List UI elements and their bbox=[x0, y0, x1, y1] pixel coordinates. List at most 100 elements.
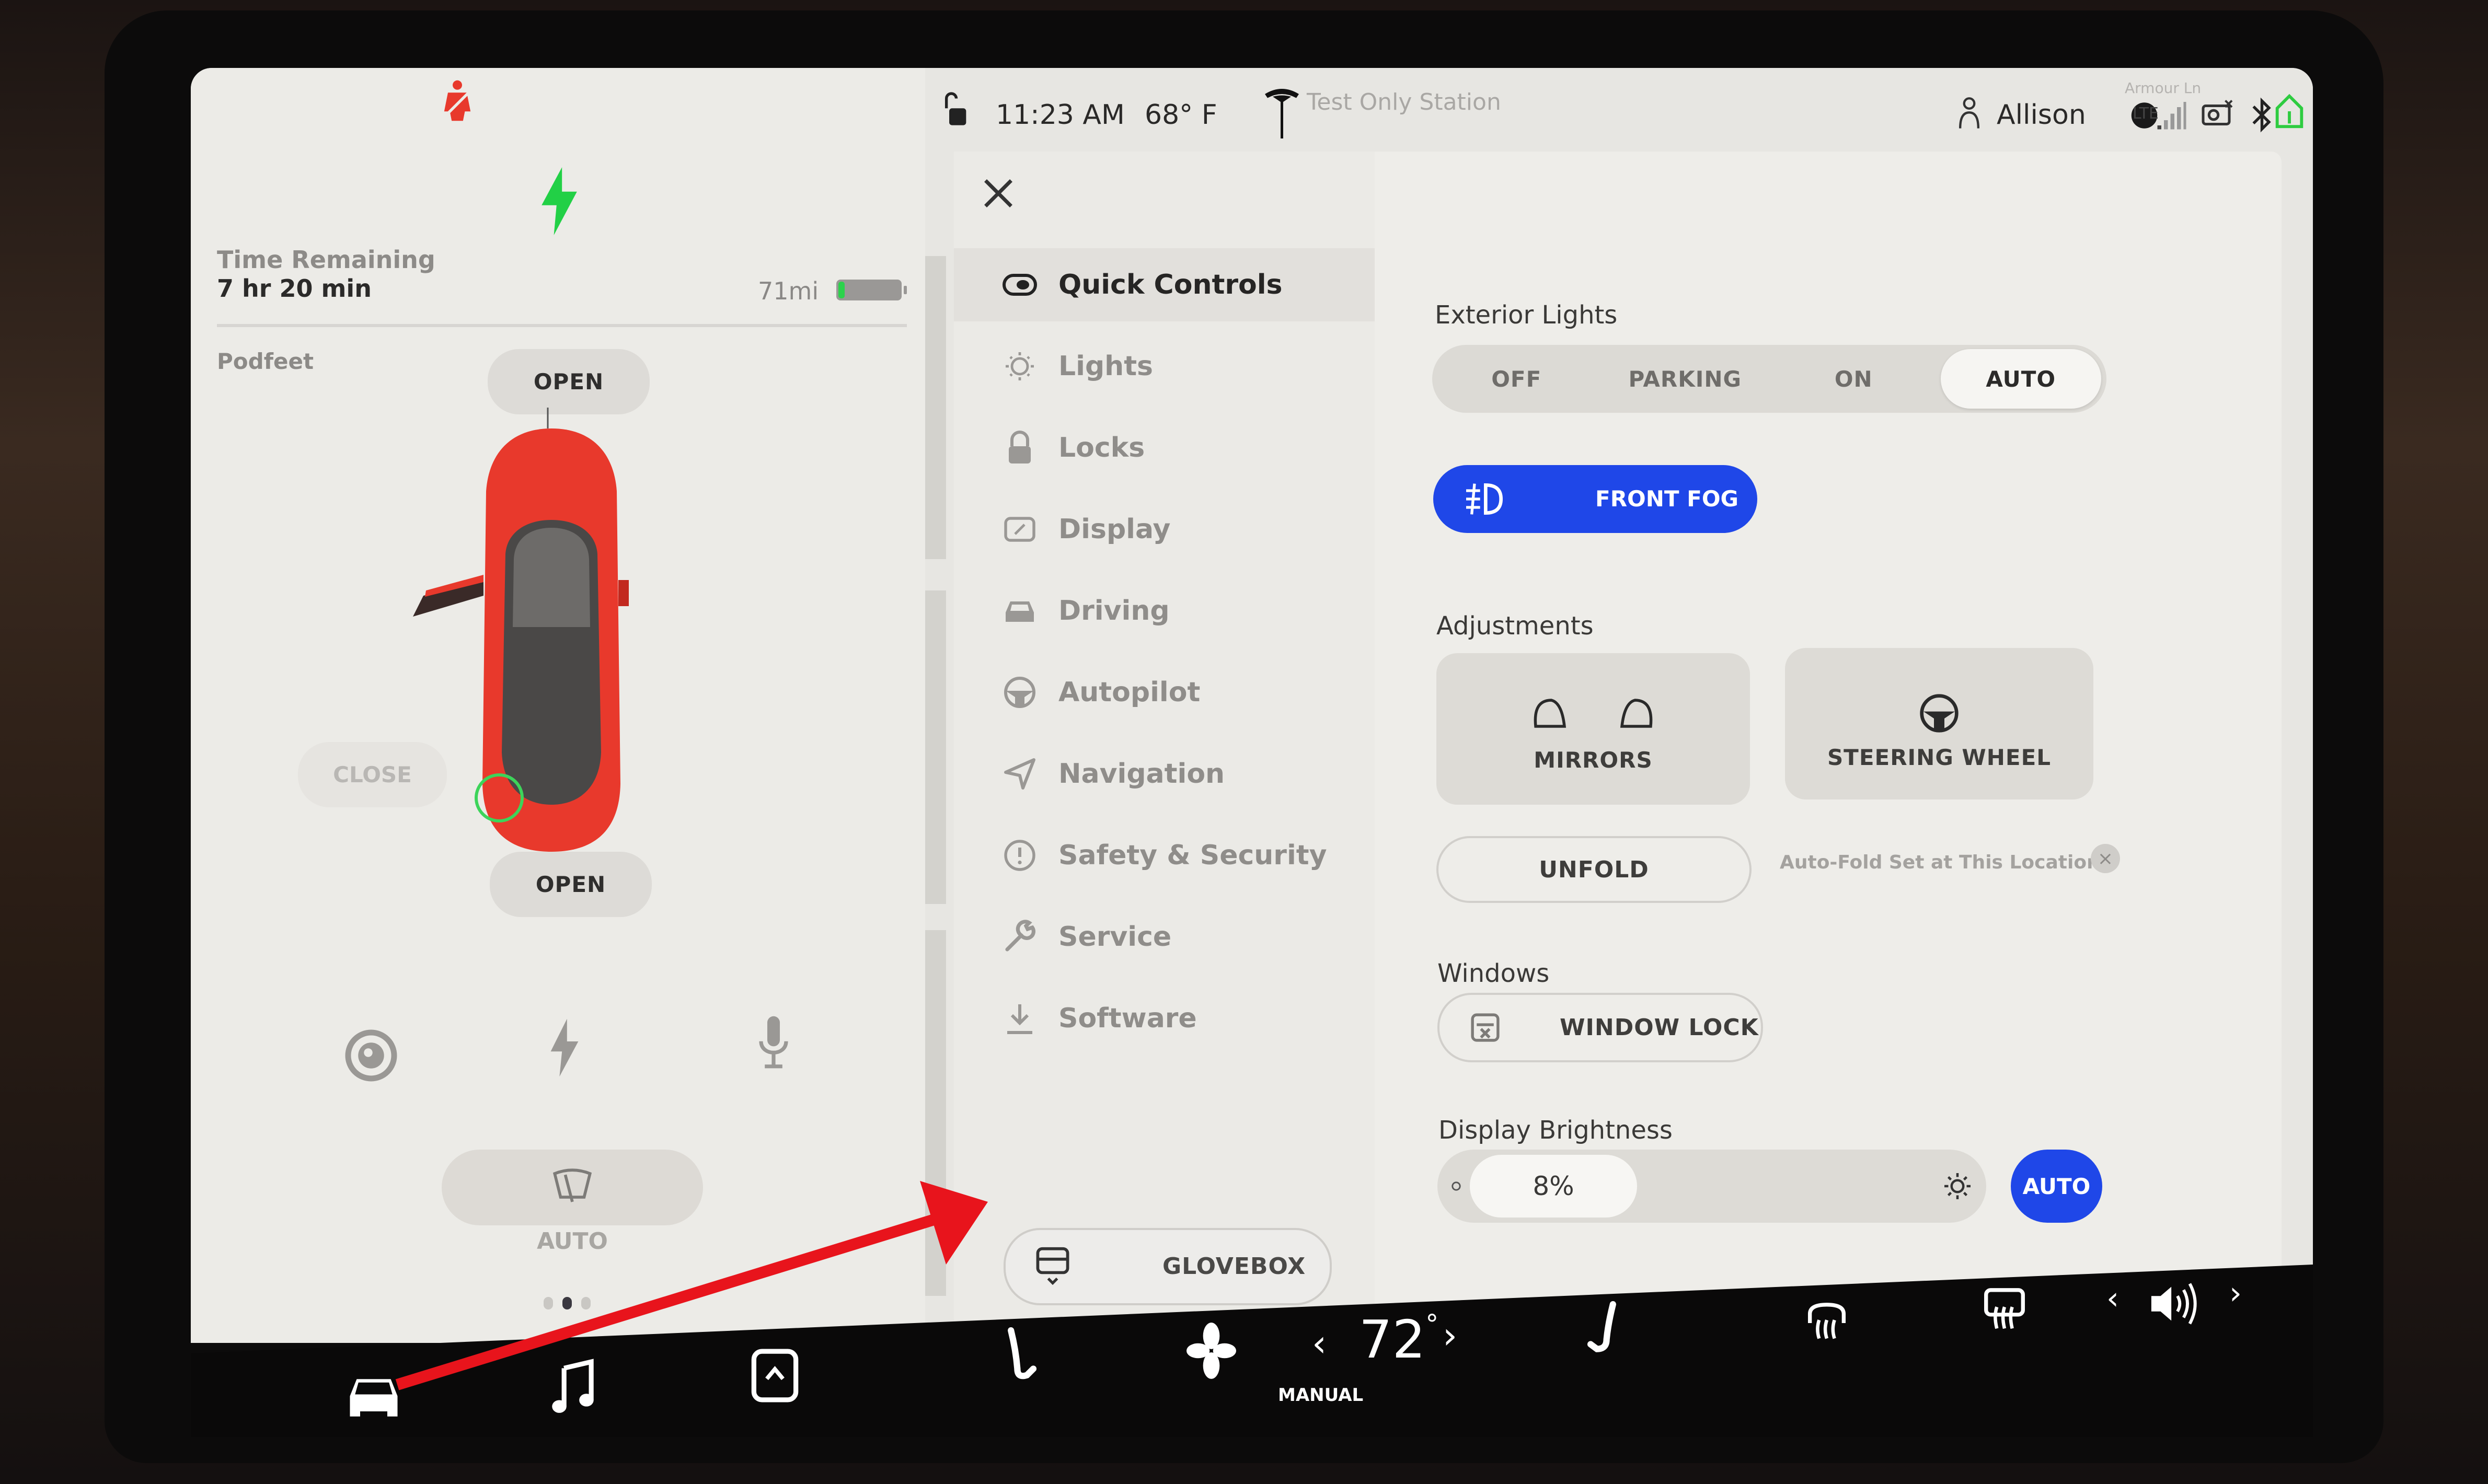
glovebox-button[interactable]: GLOVEBOX bbox=[1004, 1228, 1332, 1305]
temp-down-button[interactable]: ‹ bbox=[1312, 1322, 1327, 1365]
brightness-high-icon bbox=[1944, 1173, 1971, 1199]
volume-up-button[interactable]: › bbox=[2229, 1275, 2242, 1312]
sidebar-item-safety-security[interactable]: Safety & Security bbox=[954, 819, 1375, 892]
climate-mode-label: MANUAL bbox=[1278, 1385, 1364, 1406]
window-lock-label: WINDOW LOCK bbox=[1560, 1014, 1759, 1041]
time-remaining-label: Time Remaining bbox=[217, 246, 435, 274]
sidebar-item-label: Driving bbox=[1058, 595, 1170, 627]
page-dot[interactable] bbox=[544, 1297, 553, 1309]
steering-wheel-button[interactable]: STEERING WHEEL bbox=[1785, 648, 2093, 799]
driver-seat-heater-icon[interactable] bbox=[1001, 1327, 1040, 1385]
app-launcher-icon[interactable] bbox=[750, 1348, 800, 1403]
sidebar-item-display[interactable]: Display bbox=[954, 493, 1375, 566]
wiper-mode-label: AUTO bbox=[537, 1228, 608, 1255]
fan-icon[interactable] bbox=[1187, 1322, 1236, 1379]
sidebar-item-label: Autopilot bbox=[1058, 677, 1201, 708]
display-icon bbox=[1004, 517, 1035, 542]
status-bar: 11:23 AM 68° F Test Only Station Armour … bbox=[925, 68, 2313, 152]
display-brightness-title: Display Brightness bbox=[1438, 1116, 1673, 1145]
page-indicator[interactable] bbox=[544, 1297, 591, 1309]
temp-up-button[interactable]: › bbox=[1443, 1314, 1457, 1357]
sidebar-item-locks[interactable]: Locks bbox=[954, 411, 1375, 484]
cabin-temperature[interactable]: 72° bbox=[1359, 1309, 1438, 1370]
bluetooth-icon[interactable] bbox=[2250, 97, 2274, 133]
sidebar-item-navigation[interactable]: Navigation bbox=[954, 737, 1375, 810]
battery-icon bbox=[836, 280, 907, 300]
sidebar-item-service[interactable]: Service bbox=[954, 900, 1375, 973]
controls-sidebar: Quick Controls Lights Locks Display Driving A… bbox=[954, 152, 1375, 1343]
car-top-view-image[interactable] bbox=[395, 408, 750, 867]
outside-temperature: 68° F bbox=[1145, 99, 1217, 131]
sidebar-item-quick-controls[interactable]: Quick Controls bbox=[954, 248, 1375, 321]
brightness-slider[interactable]: 8% bbox=[1437, 1150, 1986, 1223]
car-name: Podfeet bbox=[217, 349, 314, 374]
map-poi-label[interactable]: Test Only Station bbox=[1307, 89, 1501, 115]
page-dot[interactable] bbox=[581, 1297, 591, 1309]
exterior-lights-selector: OFF PARKING ON AUTO bbox=[1432, 345, 2106, 413]
camera-off-icon[interactable] bbox=[2201, 99, 2234, 128]
volume-icon[interactable] bbox=[2148, 1280, 2201, 1327]
exterior-lights-title: Exterior Lights bbox=[1435, 300, 1618, 330]
fog-light-icon bbox=[1466, 483, 1503, 515]
mirrors-button[interactable]: MIRRORS bbox=[1436, 653, 1750, 805]
rear-defrost-icon[interactable] bbox=[1981, 1285, 2028, 1338]
volume-down-button[interactable]: ‹ bbox=[2106, 1280, 2119, 1317]
car-icon[interactable] bbox=[340, 1372, 408, 1424]
sidebar-item-software[interactable]: Software bbox=[954, 982, 1375, 1055]
quick-controls-panel: Exterior Lights OFF PARKING ON AUTO FRONT F… bbox=[1375, 152, 2282, 1343]
front-defrost-icon[interactable] bbox=[1803, 1298, 1850, 1351]
person-icon bbox=[1959, 97, 1979, 129]
clock: 11:23 AM bbox=[996, 99, 1125, 131]
lock-icon bbox=[1009, 431, 1031, 463]
navigation-arrow-icon bbox=[1004, 758, 1035, 790]
mirrors-icon bbox=[1534, 699, 1653, 728]
map-street-label: Armour Ln bbox=[2125, 79, 2202, 97]
divider bbox=[217, 324, 907, 327]
close-charge-port-button[interactable]: CLOSE bbox=[298, 742, 447, 807]
time-remaining-value: 7 hr 20 min bbox=[217, 274, 372, 303]
window-lock-button[interactable]: WINDOW LOCK bbox=[1437, 993, 1763, 1062]
lte-label: LTE bbox=[2133, 105, 2159, 123]
user-profile-name[interactable]: Allison bbox=[1997, 99, 2086, 131]
lte-signal-icon bbox=[2157, 102, 2186, 130]
brightness-low-icon bbox=[1452, 1181, 1461, 1191]
sidebar-item-driving[interactable]: Driving bbox=[954, 574, 1375, 647]
exterior-lights-off[interactable]: OFF bbox=[1432, 345, 1601, 413]
close-icon[interactable] bbox=[980, 175, 1017, 212]
dashcam-icon[interactable] bbox=[342, 1024, 400, 1087]
autofold-note: Auto-Fold Set at This Location bbox=[1780, 852, 2100, 873]
passenger-seat-heater-icon[interactable] bbox=[1584, 1301, 1623, 1359]
sidebar-item-label: Software bbox=[1058, 1003, 1197, 1034]
microphone-icon[interactable] bbox=[745, 1014, 802, 1076]
window-lock-icon bbox=[1471, 1013, 1500, 1042]
sidebar-item-label: Safety & Security bbox=[1058, 840, 1327, 871]
dismiss-autofold-button[interactable]: × bbox=[2091, 844, 2120, 873]
brightness-slider-thumb[interactable]: 8% bbox=[1470, 1155, 1637, 1218]
brightness-auto-button[interactable]: AUTO bbox=[2011, 1150, 2102, 1223]
exterior-lights-on[interactable]: ON bbox=[1769, 345, 1938, 413]
music-icon[interactable] bbox=[549, 1359, 598, 1416]
sidebar-item-lights[interactable]: Lights bbox=[954, 330, 1375, 403]
exterior-lights-parking[interactable]: PARKING bbox=[1601, 345, 1770, 413]
temperature-value: 72 bbox=[1359, 1309, 1426, 1370]
unfold-mirrors-button[interactable]: UNFOLD bbox=[1436, 836, 1752, 903]
exterior-lights-auto[interactable]: AUTO bbox=[1940, 349, 2101, 409]
sidebar-item-label: Locks bbox=[1058, 432, 1145, 463]
car-status-panel: Time Remaining 7 hr 20 min 71mi Podfeet … bbox=[191, 68, 925, 1343]
wiper-button[interactable] bbox=[442, 1150, 703, 1225]
sidebar-item-label: Quick Controls bbox=[1058, 269, 1283, 300]
seatbelt-warning-icon bbox=[443, 80, 472, 121]
glovebox-icon bbox=[1036, 1247, 1069, 1285]
alert-circle-icon bbox=[1004, 840, 1035, 871]
front-fog-button[interactable]: FRONT FOG bbox=[1433, 465, 1757, 533]
page-dot-active[interactable] bbox=[562, 1297, 572, 1309]
degree-symbol: ° bbox=[1425, 1309, 1439, 1339]
controls-modal: Quick Controls Lights Locks Display Driving A… bbox=[954, 152, 2282, 1343]
open-trunk-button[interactable]: OPEN bbox=[490, 852, 652, 917]
unlocked-padlock-icon[interactable] bbox=[942, 91, 971, 128]
charge-icon[interactable] bbox=[536, 1016, 593, 1079]
open-frunk-button[interactable]: OPEN bbox=[488, 349, 650, 414]
home-link-icon[interactable] bbox=[2274, 93, 2305, 130]
tesla-logo-icon[interactable] bbox=[1262, 86, 1301, 138]
sidebar-item-autopilot[interactable]: Autopilot bbox=[954, 656, 1375, 729]
